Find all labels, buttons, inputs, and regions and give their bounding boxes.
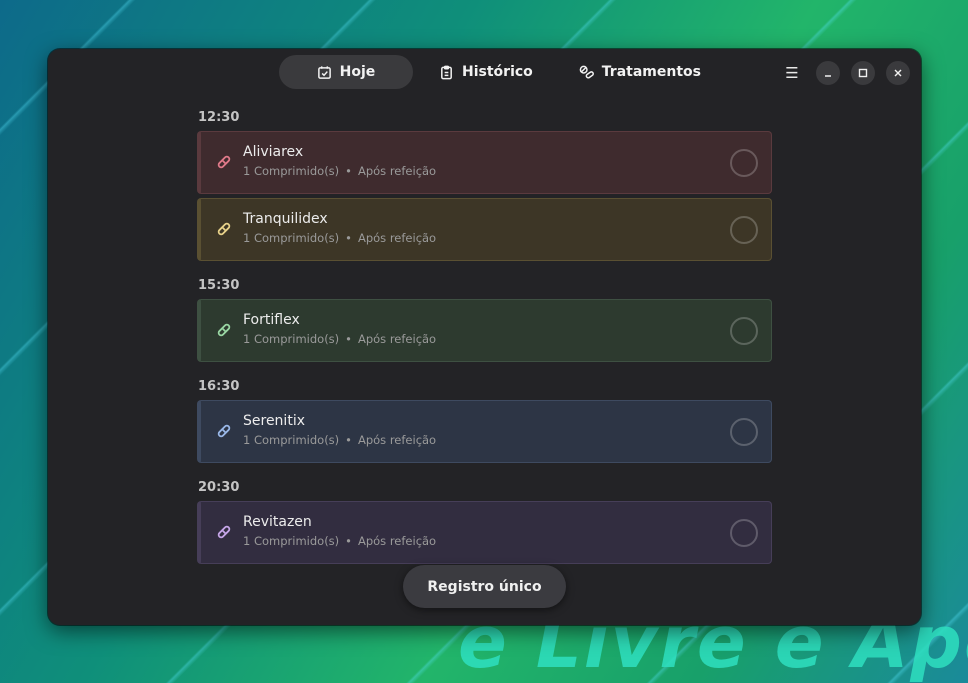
medication-details: 1 Comprimido(s) • Após refeição [243,433,436,447]
close-button[interactable] [886,61,910,85]
calendar-check-icon [317,65,331,79]
bullet-separator: • [345,332,352,346]
medication-name: Revitazen [243,514,312,530]
medication-name: Serenitix [243,413,305,429]
tab-historico[interactable]: Histórico [419,55,553,89]
hamburger-icon: ☰ [785,64,799,82]
medication-card[interactable]: Serenitix 1 Comprimido(s) • Após refeição [197,400,772,463]
pill-icon [217,424,231,438]
single-record-button[interactable]: Registro único [403,565,566,608]
pill-icon [217,222,231,236]
dose-text: 1 Comprimido(s) [243,332,340,346]
taken-checkbox[interactable] [730,149,758,177]
medication-details: 1 Comprimido(s) • Após refeição [243,534,436,548]
tab-tratamentos[interactable]: Tratamentos [559,55,721,89]
minimize-button[interactable] [816,61,840,85]
instruction-text: Após refeição [357,534,437,548]
medication-details: 1 Comprimido(s) • Após refeição [243,164,436,178]
time-group-label: 16:30 [198,379,240,394]
bullet-separator: • [345,231,352,245]
taken-checkbox[interactable] [730,519,758,547]
bullet-separator: • [345,433,352,447]
header-bar: Hoje Histórico Tratamentos ☰ [48,49,921,95]
instruction-text: Após refeição [357,231,437,245]
minimize-icon [825,75,831,77]
dose-text: 1 Comprimido(s) [243,534,340,548]
bullet-separator: • [345,534,352,548]
pills-icon [579,65,594,79]
medication-name: Fortiflex [243,312,300,328]
medication-card[interactable]: Aliviarex 1 Comprimido(s) • Após refeição [197,131,772,194]
schedule-list: 12:30 Aliviarex 1 Comprimido(s) • Após refei… [197,105,772,576]
main-menu-button[interactable]: ☰ [779,60,805,86]
clipboard-icon [441,65,452,79]
dose-text: 1 Comprimido(s) [243,433,340,447]
dose-text: 1 Comprimido(s) [243,164,340,178]
bullet-separator: • [345,164,352,178]
pill-icon [217,155,231,169]
medication-name: Aliviarex [243,144,304,160]
taken-checkbox[interactable] [730,418,758,446]
medication-details: 1 Comprimido(s) • Após refeição [243,231,436,245]
taken-checkbox[interactable] [730,216,758,244]
medication-card[interactable]: Fortiflex 1 Comprimido(s) • Após refeição [197,299,772,362]
maximize-icon [858,68,868,78]
instruction-text: Após refeição [357,332,437,346]
instruction-text: Após refeição [357,433,437,447]
time-group-label: 20:30 [198,480,240,495]
view-switcher: Hoje Histórico Tratamentos [279,55,721,89]
medication-name: Tranquilidex [243,211,328,227]
medication-card[interactable]: Revitazen 1 Comprimido(s) • Após refeição [197,501,772,564]
time-group-label: 15:30 [198,278,240,293]
pill-icon [217,323,231,337]
medication-details: 1 Comprimido(s) • Após refeição [243,332,436,346]
tab-label: Histórico [462,64,533,80]
tab-hoje[interactable]: Hoje [279,55,413,89]
taken-checkbox[interactable] [730,317,758,345]
close-icon [894,69,902,77]
dose-text: 1 Comprimido(s) [243,231,340,245]
time-group-label: 12:30 [198,110,240,125]
maximize-button[interactable] [851,61,875,85]
app-window: Hoje Histórico Tratamentos ☰ 12:30 Alivi… [48,49,921,625]
pill-icon [217,525,231,539]
tab-label: Hoje [339,64,376,80]
tab-label: Tratamentos [601,64,701,80]
medication-card[interactable]: Tranquilidex 1 Comprimido(s) • Após refeiçã… [197,198,772,261]
window-controls: ☰ [779,60,910,86]
instruction-text: Após refeição [357,164,437,178]
